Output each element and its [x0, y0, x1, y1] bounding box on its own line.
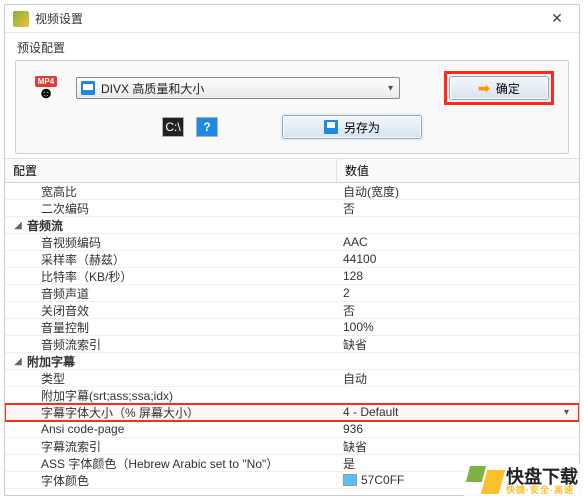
col-header-name[interactable]: 配置	[5, 159, 337, 182]
brand-logo-icon	[468, 466, 502, 496]
property-row-channels[interactable]: 音频声道 2	[5, 285, 579, 302]
property-row-attachSub[interactable]: 附加字幕(srt;ass;ssa;idx)	[5, 387, 579, 404]
property-label: 关闭音效	[27, 302, 89, 319]
property-label: 宽高比	[27, 183, 77, 200]
save-icon	[81, 81, 95, 95]
property-value[interactable]: 自动(宽度)	[337, 183, 579, 200]
chevron-down-icon[interactable]: ▾	[564, 407, 569, 418]
property-row-sampleRate[interactable]: 采样率（赫兹） 44100	[5, 251, 579, 268]
brand-slogan: 快捷·安全·高速	[506, 486, 578, 495]
property-label: 二次编码	[27, 200, 89, 217]
window-title: 视频设置	[35, 10, 83, 27]
property-row-bitrate[interactable]: 比特率（KB/秒） 128	[5, 268, 579, 285]
property-value[interactable]: 否	[337, 200, 579, 217]
floppy-icon	[324, 120, 338, 134]
close-button[interactable]: ✕	[535, 5, 579, 33]
property-label: Ansi code-page	[27, 422, 124, 436]
property-value[interactable]: 缺省	[337, 336, 579, 353]
ok-button-label: 确定	[496, 80, 520, 97]
property-value[interactable]: 100%	[337, 320, 579, 334]
property-row-audioCodec[interactable]: 音视频编码 AAC	[5, 234, 579, 251]
property-row-muteFx[interactable]: 关闭音效 否	[5, 302, 579, 319]
property-grid[interactable]: 配置 数值 宽高比自动(宽度)二次编码否◢音频流音视频编码AAC采样率（赫兹）4…	[5, 158, 579, 490]
property-row-audioStream[interactable]: ◢ 音频流	[5, 217, 579, 234]
video-settings-dialog: 视频设置 ✕ 预设配置 MP4 ☻ DIVX 高质量和大小 ▾ ➡ 确定 C:	[4, 4, 580, 496]
property-value[interactable]: 否	[337, 302, 579, 319]
console-icon[interactable]: C:\	[162, 117, 184, 137]
property-label: 音频流索引	[27, 336, 101, 353]
chevron-down-icon: ▾	[384, 83, 397, 94]
property-row-aspect[interactable]: 宽高比 自动(宽度)	[5, 183, 579, 200]
titlebar: 视频设置 ✕	[5, 5, 579, 33]
preset-dropdown-value: DIVX 高质量和大小	[101, 80, 384, 97]
property-value[interactable]: 44100	[337, 252, 579, 266]
property-label: 字体颜色	[27, 472, 89, 489]
property-value[interactable]: 自动	[337, 370, 579, 387]
property-row-subFontSize[interactable]: 字幕字体大小（% 屏幕大小） 4 - Default▾	[5, 404, 579, 421]
property-label: ASS 字体颜色（Hebrew Arabic set to "No"）	[27, 455, 278, 472]
property-label: 类型	[27, 370, 65, 387]
property-row-ansiCP[interactable]: Ansi code-page 936	[5, 421, 579, 438]
expander-icon[interactable]: ◢	[13, 356, 23, 367]
property-value[interactable]: 128	[337, 269, 579, 283]
preset-panel: MP4 ☻ DIVX 高质量和大小 ▾ ➡ 确定 C:\ ? 另存为	[15, 60, 569, 154]
property-label: 音频声道	[27, 285, 89, 302]
table-header: 配置 数值	[5, 159, 579, 183]
property-label: 字幕流索引	[27, 438, 101, 455]
property-label: 采样率（赫兹）	[27, 251, 125, 268]
mp4-format-icon: MP4 ☻	[30, 73, 62, 103]
color-swatch-icon	[343, 474, 357, 486]
ok-highlight-frame: ➡ 确定	[444, 71, 554, 105]
property-row-subType[interactable]: 类型 自动	[5, 370, 579, 387]
help-icon[interactable]: ?	[196, 117, 218, 137]
property-value[interactable]: AAC	[337, 235, 579, 249]
expander-icon[interactable]: ◢	[13, 220, 23, 231]
property-label: 音频流	[27, 217, 63, 234]
property-row-extraSub[interactable]: ◢ 附加字幕	[5, 353, 579, 370]
property-label: 附加字幕	[27, 353, 75, 370]
saveas-button[interactable]: 另存为	[282, 115, 422, 139]
property-label: 字幕字体大小（% 屏幕大小）	[27, 404, 199, 421]
property-label: 附加字幕(srt;ass;ssa;idx)	[27, 387, 173, 404]
ok-button[interactable]: ➡ 确定	[449, 76, 549, 100]
property-label: 字体边框颜色	[27, 489, 113, 491]
property-label: 音视频编码	[27, 234, 101, 251]
preset-section-label: 预设配置	[5, 33, 579, 58]
property-value[interactable]: 4 - Default▾	[337, 405, 579, 419]
property-row-audioIndex[interactable]: 音频流索引 缺省	[5, 336, 579, 353]
property-row-subIndex[interactable]: 字幕流索引 缺省	[5, 438, 579, 455]
brand-watermark: 快盘下载 快捷·安全·高速	[464, 464, 582, 498]
arrow-right-icon: ➡	[478, 80, 490, 97]
property-row-volume[interactable]: 音量控制 100%	[5, 319, 579, 336]
property-value[interactable]: 936	[337, 422, 579, 436]
preset-dropdown[interactable]: DIVX 高质量和大小 ▾	[76, 77, 400, 99]
property-value[interactable]: 2	[337, 286, 579, 300]
property-row-twopass[interactable]: 二次编码 否	[5, 200, 579, 217]
property-label: 音量控制	[27, 319, 89, 336]
saveas-button-label: 另存为	[344, 119, 380, 136]
property-label: 比特率（KB/秒）	[27, 268, 132, 285]
brand-name: 快盘下载	[506, 468, 578, 486]
app-icon	[13, 11, 29, 27]
property-value[interactable]: 缺省	[337, 438, 579, 455]
col-header-value[interactable]: 数值	[337, 159, 579, 182]
